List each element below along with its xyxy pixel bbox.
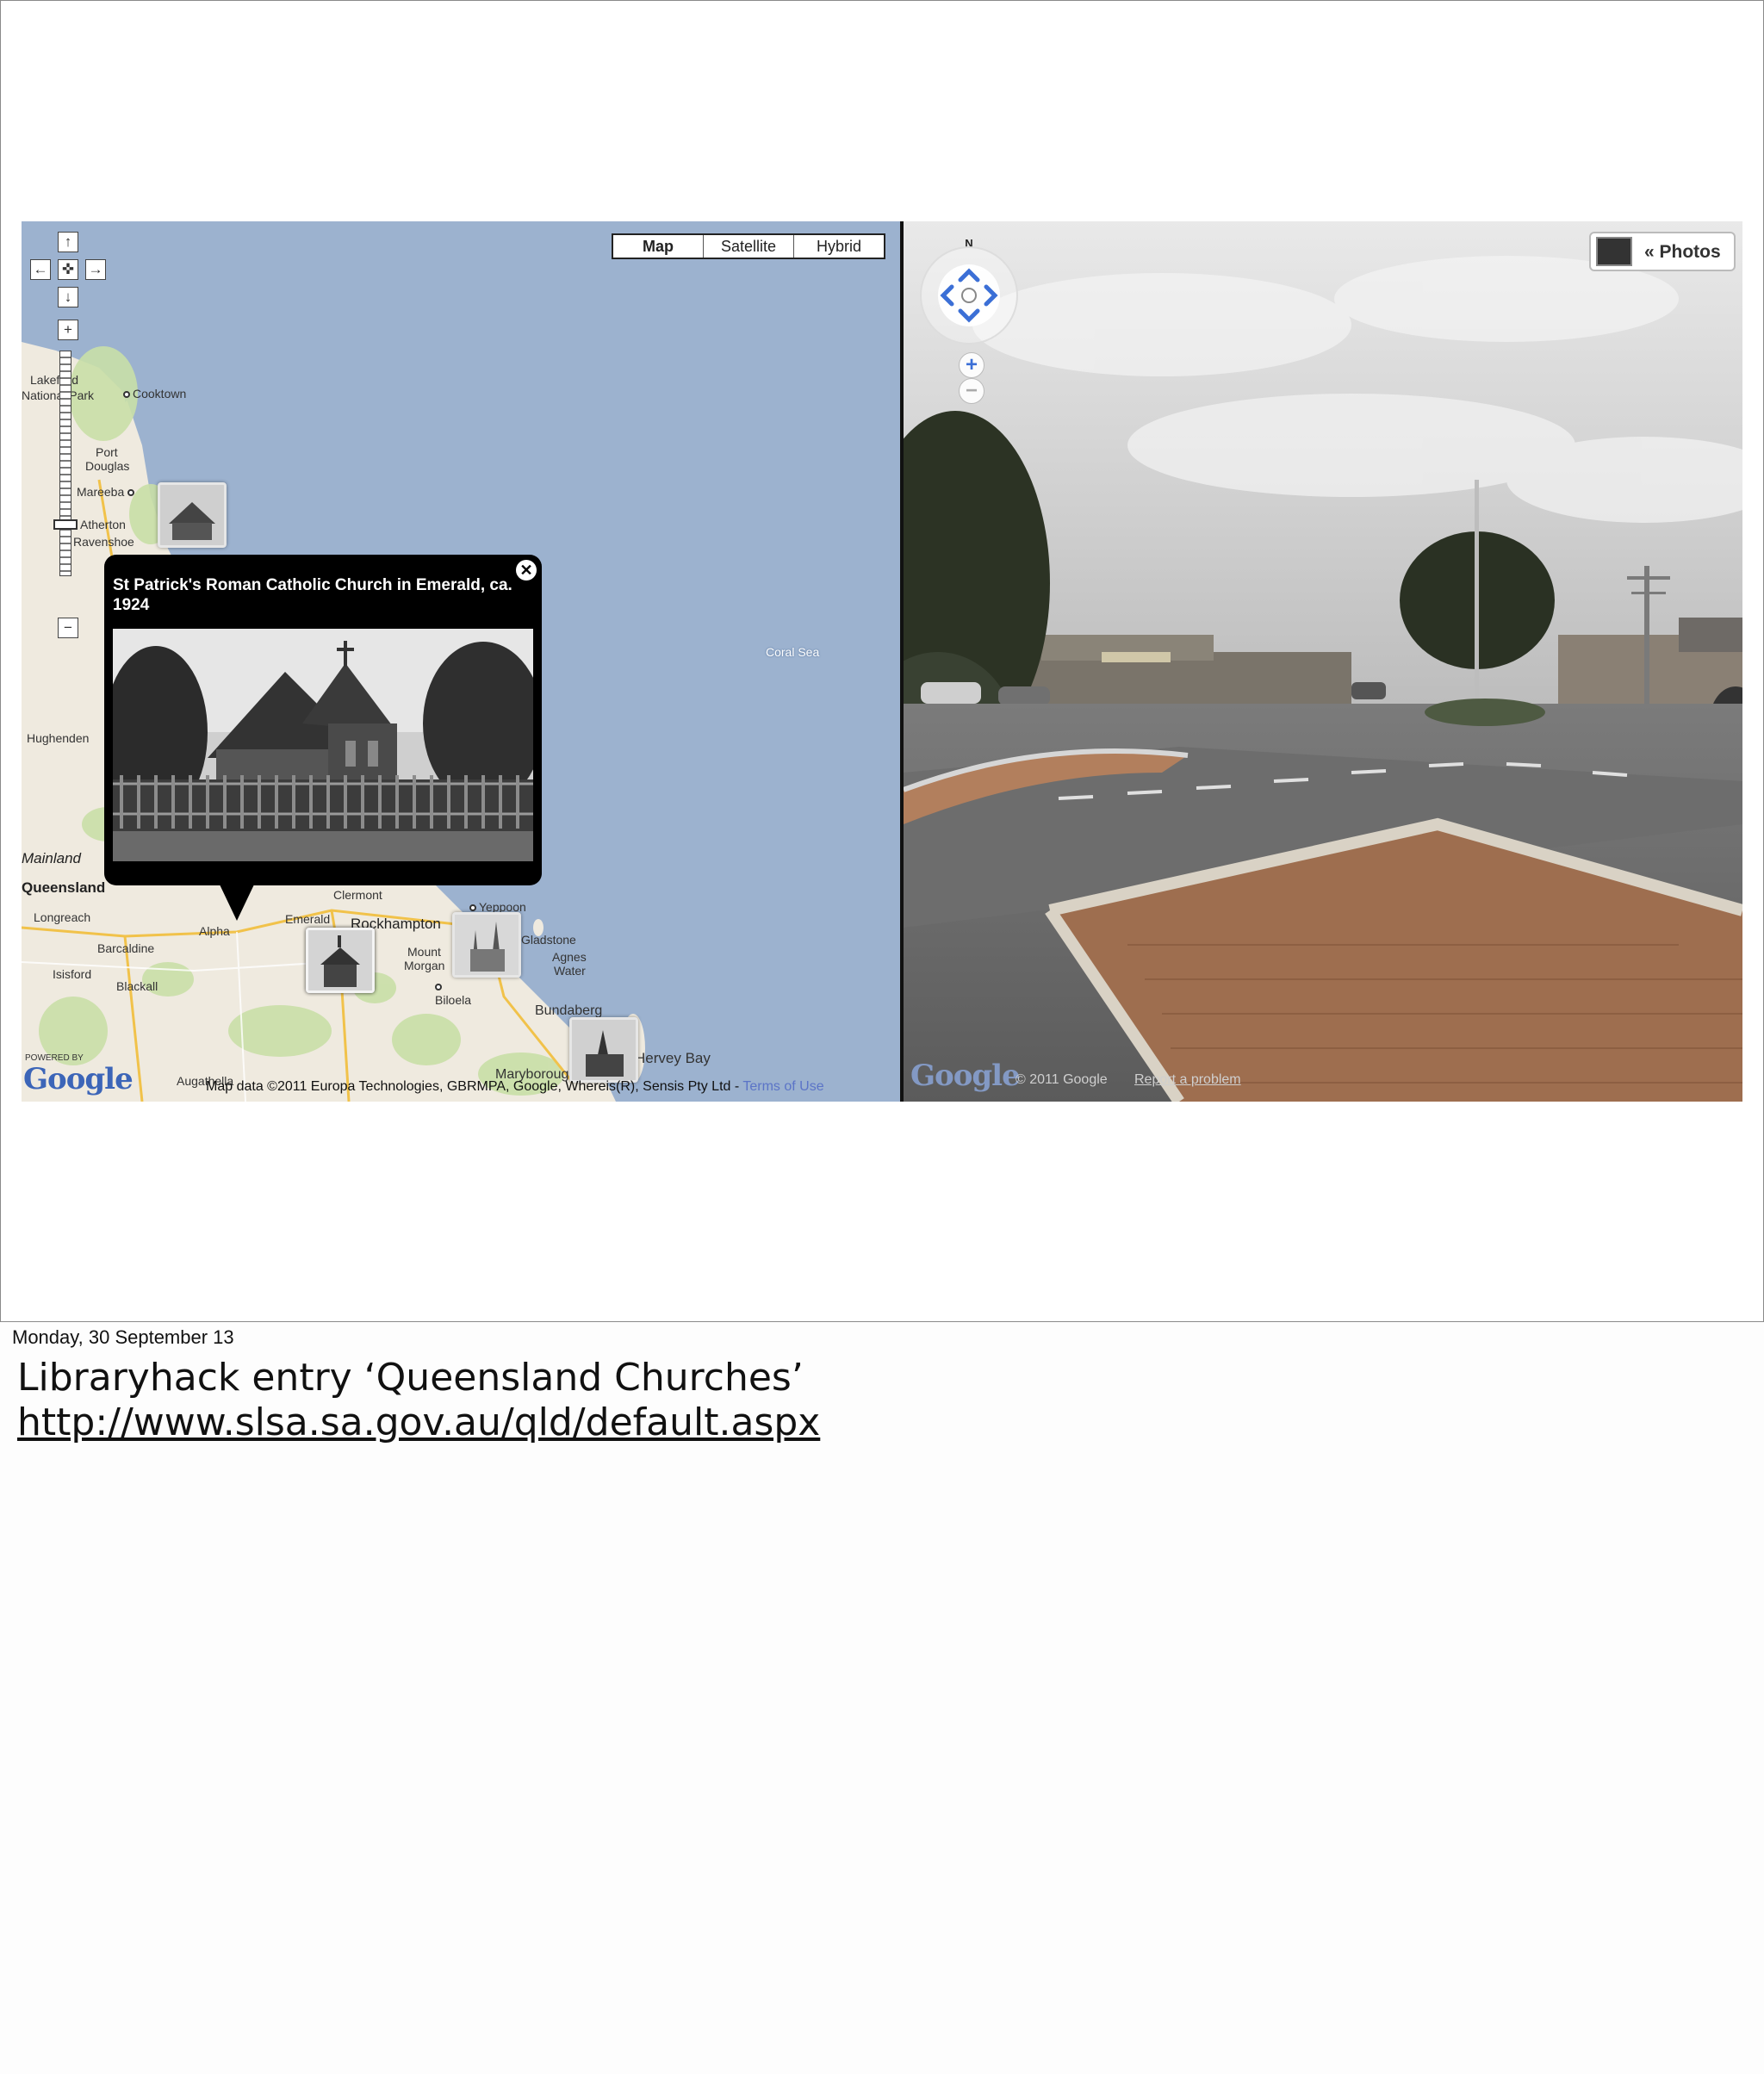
slide: Lakefield National Park Cooktown Port Do…: [0, 0, 1764, 1322]
zoom-slider-track[interactable]: [59, 351, 71, 576]
map-label-hervey-bay: Hervey Bay: [635, 1050, 711, 1066]
map-label-queensland: Queensland: [22, 879, 106, 896]
compass-icon[interactable]: N: [917, 237, 1021, 347]
pan-left-icon[interactable]: ←: [30, 259, 51, 280]
google-logo-streetview[interactable]: Google: [910, 1059, 1021, 1093]
photos-label: « Photos: [1644, 242, 1721, 262]
map-label-mareeba: Mareeba: [77, 485, 137, 499]
map-type-map-button[interactable]: Map: [613, 235, 703, 258]
streetview-zoom-in-icon[interactable]: +: [959, 352, 984, 378]
map-label-port: Port: [96, 445, 118, 459]
selected-church-marker[interactable]: [306, 928, 375, 993]
slide-note-url[interactable]: http://www.slsa.sa.gov.au/qld/default.as…: [17, 1400, 820, 1444]
map-label-isisford: Isisford: [53, 967, 92, 981]
map-label-water: Water: [554, 964, 586, 978]
map-label-coral-sea: Coral Sea: [766, 645, 820, 659]
terms-of-use-link[interactable]: Terms of Use: [742, 1079, 823, 1094]
map-label-mainland: Mainland: [22, 850, 81, 866]
pan-down-icon[interactable]: ↓: [58, 287, 78, 307]
photos-button[interactable]: « Photos: [1589, 232, 1736, 271]
zoom-out-icon[interactable]: −: [58, 618, 78, 638]
screenshot-frame: Lakefield National Park Cooktown Port Do…: [22, 221, 1742, 1102]
map-label-mount: Mount: [407, 945, 441, 959]
pan-center-icon[interactable]: ✜: [58, 259, 78, 280]
church-marker-thumbnail[interactable]: [452, 912, 521, 978]
map-type-hybrid-button[interactable]: Hybrid: [793, 235, 884, 258]
report-problem-link[interactable]: Report a problem: [1134, 1072, 1241, 1088]
streetview-pane[interactable]: N + − « Photos Google © 2011 Google Repo…: [904, 221, 1742, 1102]
church-marker-thumbnail[interactable]: [158, 482, 227, 548]
pan-right-icon[interactable]: →: [85, 259, 106, 280]
map-label-biloela: Biloela: [435, 979, 471, 1007]
slide-note-title: Libraryhack entry ‘Queensland Churches’: [17, 1356, 804, 1400]
streetview-panorama: [904, 221, 1742, 1102]
close-icon[interactable]: ✕: [516, 560, 537, 581]
pan-up-icon[interactable]: ↑: [58, 232, 78, 252]
map-label-barcaldine: Barcaldine: [97, 941, 155, 955]
map-label-douglas: Douglas: [85, 459, 130, 473]
map-label-cooktown: Cooktown: [123, 387, 186, 401]
zoom-in-icon[interactable]: +: [58, 320, 78, 340]
map-label-alpha: Alpha: [199, 924, 230, 938]
info-window-tail: [220, 885, 254, 921]
church-marker-thumbnail[interactable]: [569, 1017, 638, 1083]
streetview-copyright: © 2011 Google: [1016, 1072, 1108, 1087]
info-window-popup: ✕ St Patrick's Roman Catholic Church in …: [104, 555, 542, 885]
map-label-hughenden: Hughenden: [27, 731, 90, 745]
slide-date: Monday, 30 September 13: [12, 1326, 234, 1348]
map-label-agnes: Agnes: [552, 950, 587, 964]
map-label-morgan: Morgan: [404, 959, 445, 972]
map-type-selector: Map Satellite Hybrid: [612, 233, 885, 259]
church-photo: [113, 629, 533, 861]
map-type-satellite-button[interactable]: Satellite: [703, 235, 793, 258]
map-label-emerald: Emerald: [285, 912, 331, 926]
map-label-blackall: Blackall: [116, 979, 158, 993]
zoom-slider-handle[interactable]: [53, 519, 78, 530]
map-label-longreach: Longreach: [34, 910, 91, 924]
map-label-clermont: Clermont: [333, 888, 382, 902]
streetview-zoom-out-icon[interactable]: −: [959, 378, 984, 404]
google-logo[interactable]: Google: [23, 1062, 134, 1096]
map-attribution: Map data ©2011 Europa Technologies, GBRM…: [206, 1079, 824, 1094]
map-label-national-park: National Park: [22, 388, 95, 402]
map-label-gladstone: Gladstone: [521, 933, 576, 947]
photos-icon: [1596, 237, 1632, 266]
map-label-ravenshoe: Ravenshoe: [73, 535, 134, 549]
map-label-atherton: Atherton: [80, 518, 126, 531]
info-window-title: St Patrick's Roman Catholic Church in Em…: [113, 576, 512, 614]
map-pane[interactable]: Lakefield National Park Cooktown Port Do…: [22, 221, 900, 1102]
